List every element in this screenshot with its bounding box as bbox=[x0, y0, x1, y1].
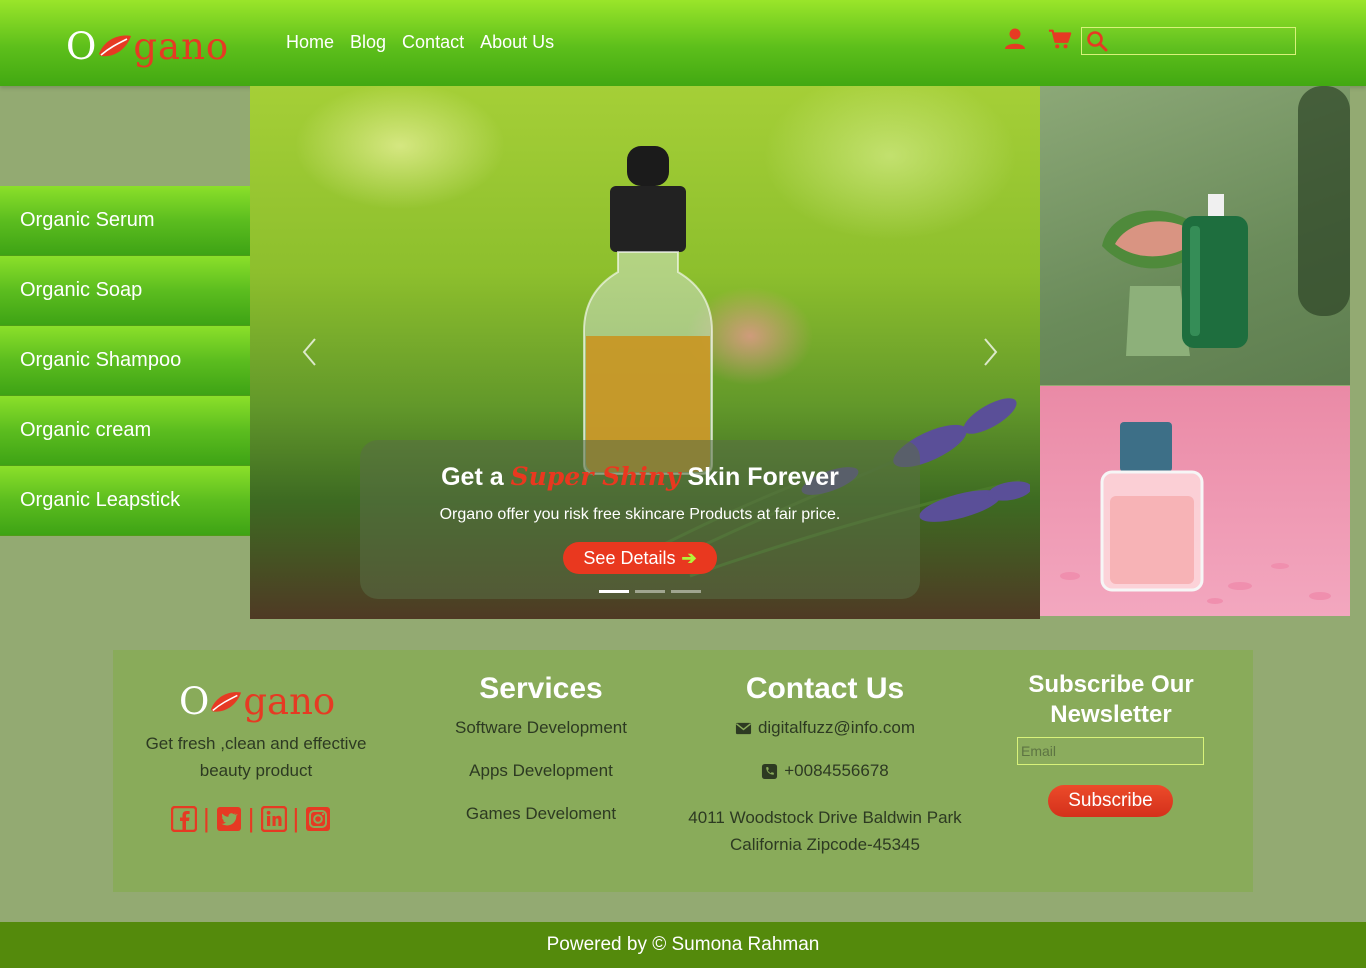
contact-phone: +0084556678 bbox=[784, 761, 889, 780]
newsletter-email-input[interactable] bbox=[1017, 737, 1204, 765]
separator: | bbox=[247, 803, 255, 833]
serum-bottle-image bbox=[583, 146, 713, 475]
contact-email-row[interactable]: digitalfuzz@info.com bbox=[680, 718, 970, 761]
hero-carousel: Get a Super Shiny Skin Forever Organo of… bbox=[250, 86, 1040, 619]
service-item[interactable]: Software Development bbox=[431, 718, 651, 761]
cart-icon[interactable] bbox=[1048, 27, 1072, 51]
category-sidebar: Organic Serum Organic Soap Organic Shamp… bbox=[0, 186, 250, 536]
carousel-prev-icon[interactable] bbox=[300, 336, 320, 368]
pink-perfume-image bbox=[1060, 422, 1331, 604]
see-details-label: See Details bbox=[583, 547, 676, 568]
product-image-pink-perfume bbox=[1040, 386, 1350, 616]
contact-list: digitalfuzz@info.com +0084556678 4011 Wo… bbox=[680, 718, 970, 858]
hero-title-highlight: Super Shiny bbox=[510, 462, 681, 491]
search-box[interactable] bbox=[1081, 27, 1296, 55]
social-links: | | | bbox=[171, 803, 331, 834]
contact-email: digitalfuzz@info.com bbox=[757, 718, 916, 737]
phone-icon bbox=[762, 763, 778, 780]
copyright-text: Powered by © Sumona Rahman bbox=[546, 934, 820, 955]
sidebar-item-label: Organic Serum bbox=[20, 209, 155, 231]
sidebar-item-label: Organic Soap bbox=[20, 279, 143, 301]
see-details-button[interactable]: See Details ➔ bbox=[563, 542, 717, 574]
newsletter-title: Subscribe Our Newsletter bbox=[1028, 671, 1194, 728]
copyright-bar: Powered by © Sumona Rahman bbox=[0, 922, 1366, 968]
services-list: Software Development Apps Development Ga… bbox=[431, 718, 651, 847]
product-image-green-serum bbox=[1040, 86, 1350, 385]
instagram-icon[interactable] bbox=[305, 806, 331, 832]
logo-text: gano bbox=[133, 24, 230, 68]
sidebar-item-label: Organic Shampoo bbox=[20, 349, 182, 371]
site-logo[interactable]: O gano bbox=[66, 22, 229, 70]
contact-title: Contact Us bbox=[745, 672, 905, 705]
service-item[interactable]: Apps Development bbox=[431, 761, 651, 804]
envelope-icon bbox=[735, 722, 751, 735]
nav-contact[interactable]: Contact bbox=[402, 32, 464, 53]
sidebar-item-label: Organic Leapstick bbox=[20, 489, 181, 511]
sidebar-item-organic-shampoo[interactable]: Organic Shampoo bbox=[0, 326, 250, 396]
sidebar-item-organic-serum[interactable]: Organic Serum bbox=[0, 186, 250, 256]
separator: | bbox=[292, 803, 300, 833]
logo-letter-o: O bbox=[66, 24, 98, 68]
facebook-icon[interactable] bbox=[171, 805, 197, 832]
carousel-next-icon[interactable] bbox=[980, 336, 1000, 368]
hero-caption: Get a Super Shiny Skin Forever Organo of… bbox=[360, 440, 920, 599]
subscribe-button[interactable]: Subscribe bbox=[1048, 785, 1173, 817]
user-icon[interactable] bbox=[1003, 27, 1027, 51]
nav-blog[interactable]: Blog bbox=[350, 32, 386, 53]
hero-title: Get a Super Shiny Skin Forever bbox=[360, 462, 920, 492]
footer-tagline: Get fresh ,clean and effective beauty pr… bbox=[145, 734, 367, 780]
search-icon[interactable] bbox=[1086, 30, 1108, 52]
main-nav: Home Blog Contact About Us bbox=[286, 32, 570, 53]
nav-about-us[interactable]: About Us bbox=[480, 32, 554, 53]
hero-title-suffix: Skin Forever bbox=[687, 463, 839, 491]
services-title: Services bbox=[479, 672, 603, 705]
site-header: O gano Home Blog Contact About Us bbox=[0, 0, 1366, 86]
logo-text: gano bbox=[243, 680, 336, 723]
hero-title-prefix: Get a bbox=[441, 463, 504, 491]
logo-letter-o: O bbox=[179, 680, 210, 723]
separator: | bbox=[203, 803, 210, 833]
arrow-right-icon: ➔ bbox=[681, 547, 697, 568]
search-input[interactable] bbox=[1110, 28, 1294, 54]
leaf-icon bbox=[211, 691, 242, 712]
contact-address: 4011 Woodstock Drive Baldwin Park Califo… bbox=[688, 808, 962, 854]
sidebar-item-organic-soap[interactable]: Organic Soap bbox=[0, 256, 250, 326]
footer-logo[interactable]: O gano bbox=[179, 680, 335, 723]
carousel-dot-1[interactable] bbox=[599, 590, 629, 593]
nav-home[interactable]: Home bbox=[286, 32, 334, 53]
hero-subtitle: Organo offer you risk free skincare Prod… bbox=[439, 506, 841, 523]
carousel-indicators bbox=[599, 590, 701, 593]
carousel-dot-3[interactable] bbox=[671, 590, 701, 593]
service-item[interactable]: Games Develoment bbox=[431, 804, 651, 847]
footer-section: O gano Get fresh ,clean and effective be… bbox=[113, 650, 1253, 892]
linkedin-icon[interactable] bbox=[260, 805, 287, 832]
green-serum-image bbox=[1102, 86, 1350, 356]
contact-phone-row[interactable]: +0084556678 bbox=[680, 761, 970, 804]
sidebar-item-organic-leapstick[interactable]: Organic Leapstick bbox=[0, 466, 250, 536]
leaf-icon bbox=[99, 35, 132, 57]
sidebar-item-label: Organic cream bbox=[20, 419, 152, 441]
twitter-icon[interactable] bbox=[216, 806, 242, 832]
carousel-dot-2[interactable] bbox=[635, 590, 665, 593]
sidebar-item-organic-cream[interactable]: Organic cream bbox=[0, 396, 250, 466]
